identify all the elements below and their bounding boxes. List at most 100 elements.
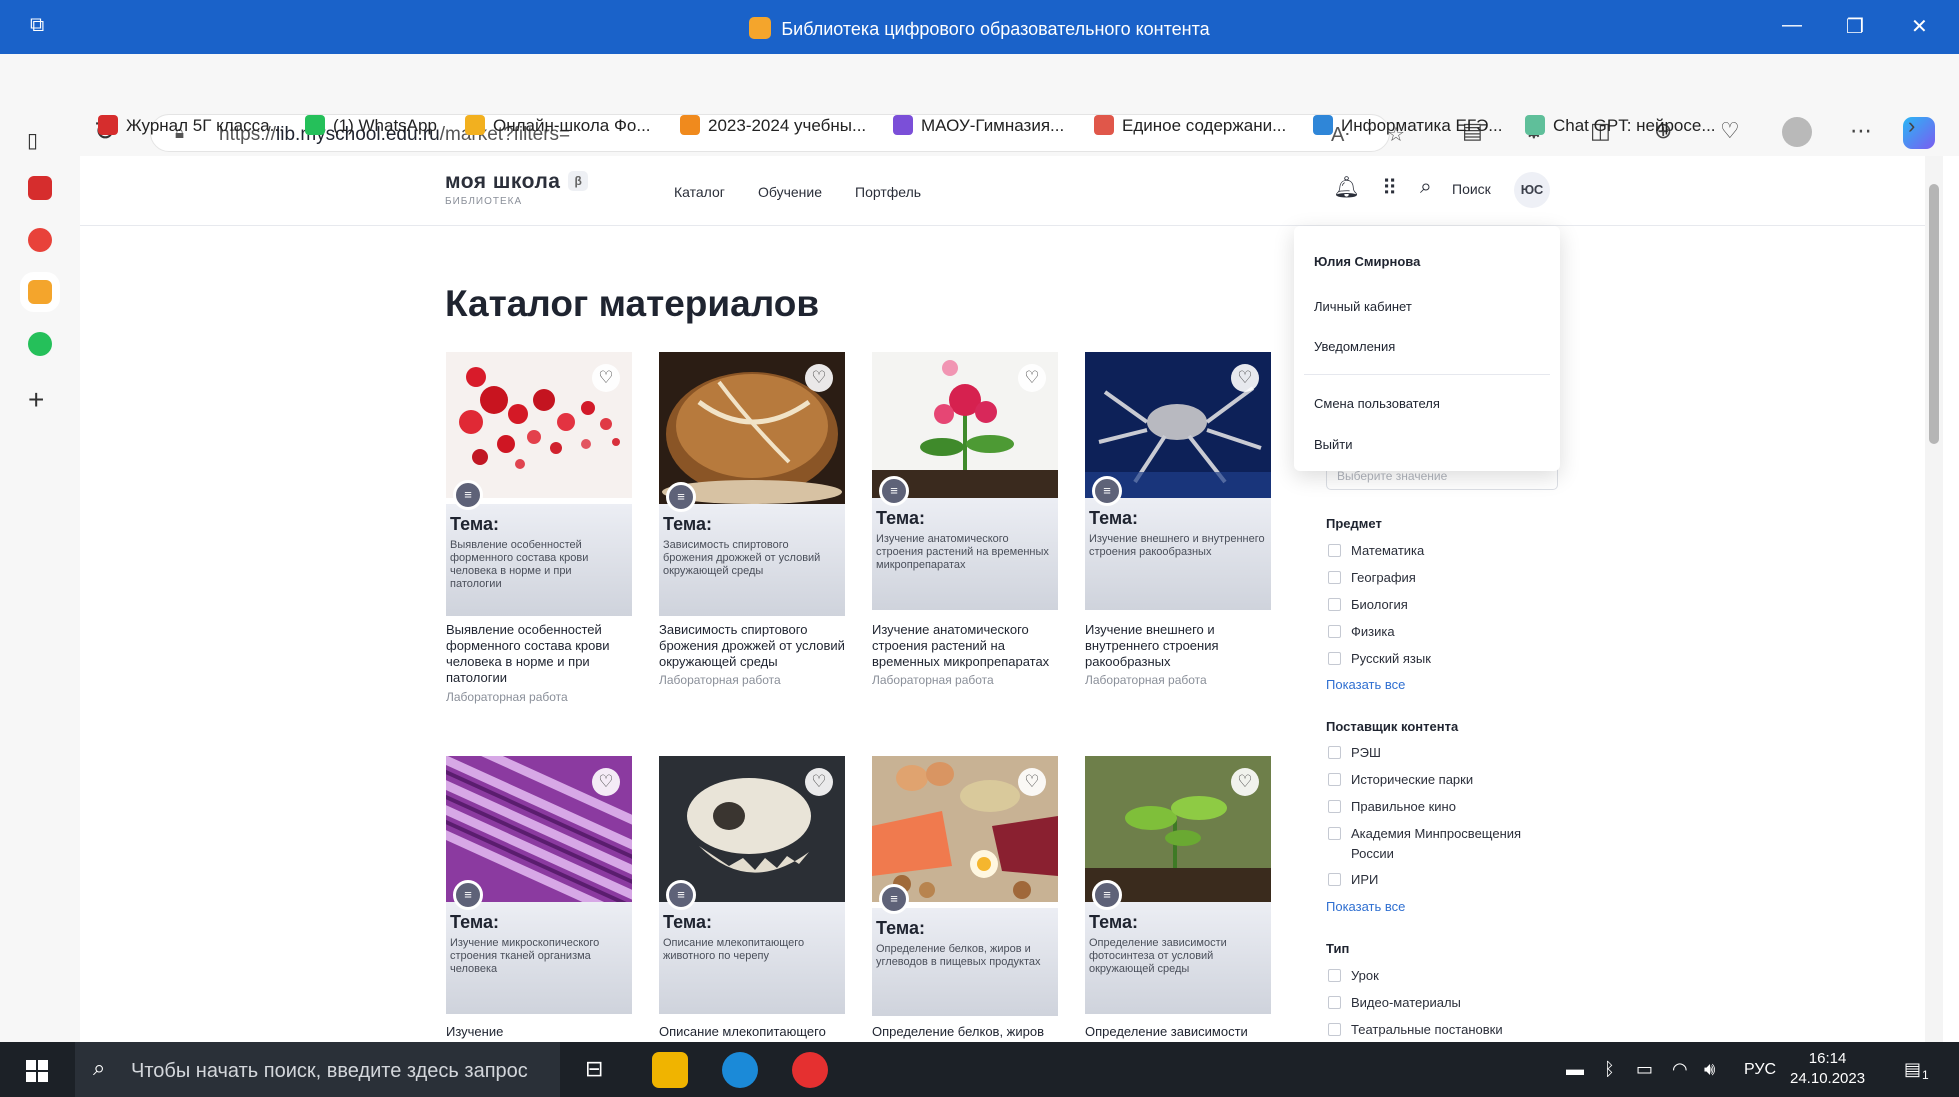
filter-subject-math[interactable]: Математика <box>1328 543 1424 558</box>
favorite-heart-icon[interactable]: ♡ <box>805 768 833 796</box>
bookmark-item[interactable]: 2023-2024 учебны... <box>680 115 866 136</box>
notifications-bell-icon[interactable]: 🔔︎ <box>1333 176 1360 200</box>
checkbox[interactable] <box>1328 598 1341 611</box>
bookmark-item[interactable]: Chat GPT: нейросе... <box>1525 115 1716 136</box>
card-title[interactable]: Изучение анатомического строения растени… <box>872 622 1058 670</box>
checkbox[interactable] <box>1328 544 1341 557</box>
catalog-card[interactable]: ♡ Тема: Описание млекопитающего животног… <box>659 756 845 1042</box>
bluetooth-icon[interactable]: ᛒ <box>1604 1059 1615 1080</box>
favorite-heart-icon[interactable]: ♡ <box>1018 364 1046 392</box>
search-icon[interactable]: ⌕ <box>1420 175 1432 199</box>
menu-item-profile[interactable]: Личный кабинет <box>1314 299 1412 314</box>
bookmarks-more-icon[interactable]: › <box>1908 113 1915 139</box>
whatsapp-app-icon[interactable] <box>28 332 52 356</box>
favorite-heart-icon[interactable]: ♡ <box>592 768 620 796</box>
yandex-app-icon[interactable] <box>28 228 52 252</box>
filter-subject-physics[interactable]: Физика <box>1328 624 1395 639</box>
minimize-icon[interactable]: — <box>1782 14 1802 37</box>
bookmark-item[interactable]: Информатика ЕГЭ... <box>1313 115 1502 136</box>
volume-icon[interactable]: 🔊︎ <box>1704 1059 1715 1080</box>
favorite-heart-icon[interactable]: ♡ <box>805 364 833 392</box>
menu-item-notifications[interactable]: Уведомления <box>1314 339 1395 354</box>
card-title[interactable]: Зависимость спиртового брожения дрожжей … <box>659 622 845 670</box>
language-indicator[interactable]: РУС <box>1744 1061 1776 1079</box>
filter-provider-historic-parks[interactable]: Исторические парки <box>1328 772 1473 787</box>
catalog-card[interactable]: ♡ Тема: Зависимость спиртового брожения … <box>659 352 845 692</box>
site-logo[interactable]: моя школа β <box>445 170 589 194</box>
card-title[interactable]: Определение зависимости <box>1085 1024 1271 1040</box>
filter-provider-resh[interactable]: РЭШ <box>1328 745 1381 760</box>
apps-grid-icon[interactable]: ⠿ <box>1382 176 1397 201</box>
favorite-heart-icon[interactable]: ♡ <box>592 364 620 392</box>
catalog-card[interactable]: ♡ Тема: Определение зависимости фотосинт… <box>1085 756 1271 1042</box>
task-view-icon[interactable]: ⊟ <box>585 1056 603 1082</box>
bookmark-item[interactable]: (1) WhatsApp <box>305 115 437 136</box>
checkbox[interactable] <box>1328 773 1341 786</box>
card-title[interactable]: Изучение внешнего и внутреннего строения… <box>1085 622 1271 670</box>
taskbar-search[interactable]: ⌕ Чтобы начать поиск, введите здесь запр… <box>75 1042 560 1097</box>
yandex-browser-icon[interactable] <box>792 1052 828 1088</box>
catalog-card[interactable]: ♡ Тема: Выявление особенностей форменног… <box>446 352 632 712</box>
menu-item-switch-user[interactable]: Смена пользователя <box>1314 396 1440 411</box>
bookmark-item[interactable]: Единое содержани... <box>1094 115 1286 136</box>
close-icon[interactable]: ✕ <box>1911 14 1928 39</box>
favorite-heart-icon[interactable]: ♡ <box>1231 768 1259 796</box>
filter-subject-russian[interactable]: Русский язык <box>1328 651 1431 666</box>
favorite-heart-icon[interactable]: ♡ <box>1231 364 1259 392</box>
nav-catalog[interactable]: Каталог <box>674 184 725 200</box>
journal-app-icon[interactable] <box>28 176 52 200</box>
user-avatar[interactable]: ЮС <box>1514 172 1550 208</box>
desktop-icon[interactable]: ▬ <box>1566 1059 1584 1080</box>
show-all-subjects-link[interactable]: Показать все <box>1326 677 1405 692</box>
card-title[interactable]: Определение белков, жиров <box>872 1024 1058 1040</box>
card-title[interactable]: Описание млекопитающего <box>659 1024 845 1040</box>
add-app-icon[interactable]: + <box>28 384 44 416</box>
restore-icon[interactable]: ❐ <box>1846 14 1864 39</box>
catalog-card[interactable]: ♡ Тема: Изучение внешнего и внутреннего … <box>1085 352 1271 692</box>
checkbox[interactable] <box>1328 969 1341 982</box>
system-clock[interactable]: 16:14 24.10.2023 <box>1790 1049 1865 1089</box>
card-title[interactable]: Выявление особенностей форменного состав… <box>446 622 632 686</box>
checkbox[interactable] <box>1328 625 1341 638</box>
checkbox[interactable] <box>1328 1023 1341 1036</box>
profile-avatar[interactable] <box>1782 117 1812 147</box>
catalog-card[interactable]: ♡ Тема: Определение белков, жиров и угле… <box>872 756 1058 1042</box>
bookmark-item[interactable]: МАОУ-Гимназия... <box>893 115 1064 136</box>
nav-learning[interactable]: Обучение <box>758 184 822 200</box>
scrollbar-thumb[interactable] <box>1929 184 1939 444</box>
checkbox[interactable] <box>1328 873 1341 886</box>
filter-provider-iri[interactable]: ИРИ <box>1328 872 1378 887</box>
filter-provider-pravilnoe-kino[interactable]: Правильное кино <box>1328 799 1456 814</box>
menu-item-logout[interactable]: Выйти <box>1314 437 1353 452</box>
filter-subject-biology[interactable]: Биология <box>1328 597 1408 612</box>
filter-type-video[interactable]: Видео-материалы <box>1328 995 1461 1010</box>
tab-sidebar-icon[interactable]: ▯ <box>27 128 38 153</box>
favorite-heart-icon[interactable]: ♡ <box>1018 768 1046 796</box>
filter-provider-academy[interactable]: Академия Минпросвещения <box>1328 826 1521 841</box>
bookmark-item[interactable]: Онлайн-школа Фо... <box>465 115 651 136</box>
bookmark-item[interactable]: Журнал 5Г класса... <box>98 115 284 136</box>
filter-type-theatre[interactable]: Театральные постановки <box>1328 1022 1503 1037</box>
browser-essentials-icon[interactable]: ♡ <box>1720 118 1740 144</box>
windows-start-icon[interactable] <box>26 1060 48 1082</box>
more-menu-icon[interactable]: ⋯ <box>1850 118 1872 144</box>
edge-icon[interactable] <box>722 1052 758 1088</box>
library-app-icon[interactable] <box>28 280 52 304</box>
catalog-card[interactable]: ♡ Тема: Изучение микроскопического строе… <box>446 756 632 1042</box>
checkbox[interactable] <box>1328 652 1341 665</box>
battery-icon[interactable]: ▭ <box>1636 1059 1653 1080</box>
filter-type-lesson[interactable]: Урок <box>1328 968 1379 983</box>
search-button[interactable]: Поиск <box>1452 181 1491 197</box>
show-all-providers-link[interactable]: Показать все <box>1326 899 1405 914</box>
wifi-icon[interactable]: ◠ <box>1672 1059 1688 1080</box>
page-scrollbar[interactable] <box>1925 156 1943 1042</box>
checkbox[interactable] <box>1328 800 1341 813</box>
card-title[interactable]: Изучение <box>446 1024 632 1040</box>
filter-subject-geography[interactable]: География <box>1328 570 1416 585</box>
nav-portfolio[interactable]: Портфель <box>855 184 921 200</box>
catalog-card[interactable]: ♡ Тема: Изучение анатомического строения… <box>872 352 1058 692</box>
file-explorer-icon[interactable] <box>652 1052 688 1088</box>
checkbox[interactable] <box>1328 996 1341 1009</box>
checkbox[interactable] <box>1328 571 1341 584</box>
checkbox[interactable] <box>1328 827 1341 840</box>
